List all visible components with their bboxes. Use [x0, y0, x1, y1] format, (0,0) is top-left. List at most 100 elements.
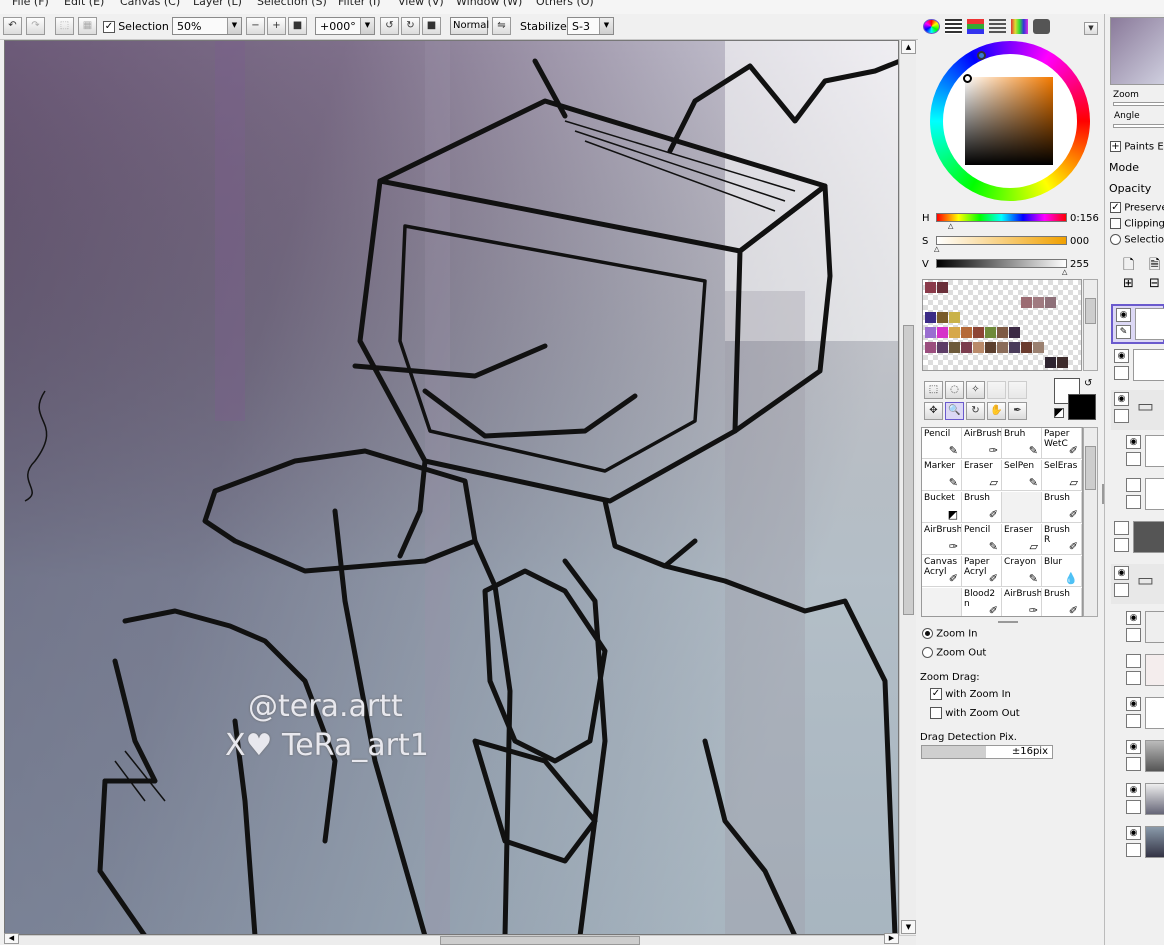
layer-lock-box[interactable] [1126, 714, 1141, 728]
color-swatch-grid[interactable] [922, 279, 1082, 371]
zoom-tool-icon[interactable]: 🔍 [945, 402, 964, 420]
menu-selection[interactable]: Selection (S) [257, 0, 327, 8]
layer-lock-box[interactable] [1126, 800, 1141, 814]
merge-layer-icon[interactable]: ⊟ [1149, 276, 1160, 291]
sv-picker-handle[interactable] [963, 74, 972, 83]
reset-colors-icon[interactable] [1054, 408, 1064, 418]
navigator-preview[interactable] [1110, 17, 1164, 85]
eye-icon[interactable]: ◉ [1126, 611, 1141, 625]
zoom-in-option[interactable]: Zoom In [922, 628, 977, 640]
color-swatch[interactable] [1045, 357, 1056, 368]
selection-toggle[interactable]: ✓ Selection [103, 20, 169, 33]
selection-source-option[interactable]: Selection [1110, 234, 1164, 246]
brush-slot[interactable]: Brush R ✐ [1042, 524, 1082, 555]
preserve-checkbox[interactable]: ✓ [1110, 202, 1121, 213]
scratchpad-tab-icon[interactable] [1033, 19, 1050, 34]
color-swatch[interactable] [925, 342, 936, 353]
vertical-scroll-thumb[interactable] [903, 325, 914, 615]
paints-effect-toggle[interactable]: + Paints E [1110, 141, 1164, 153]
color-swatch[interactable] [973, 342, 984, 353]
layer-folder[interactable]: ◉ ▭ [1111, 564, 1164, 604]
rotate-reset-icon[interactable]: ■ [422, 17, 441, 35]
color-swatch[interactable] [937, 282, 948, 293]
layer-item[interactable]: ◉ [1123, 433, 1164, 473]
layer-item[interactable] [1111, 519, 1164, 559]
color-swatch[interactable] [925, 312, 936, 323]
layer-item[interactable]: ◉ [1123, 695, 1164, 735]
color-swatch[interactable] [937, 327, 948, 338]
brush-slot[interactable]: Eraser ▱ [1002, 524, 1042, 555]
color-swatch[interactable] [937, 312, 948, 323]
undo-icon[interactable]: ↶ [3, 17, 22, 35]
layer-item[interactable]: ◉ [1111, 347, 1164, 387]
clipping-option[interactable]: Clipping [1110, 218, 1164, 230]
layer-lock-box[interactable] [1126, 495, 1141, 509]
layer-visibility-box[interactable] [1126, 478, 1141, 492]
rotate-tool-icon[interactable]: ↻ [966, 402, 985, 420]
canvas-vertical-scrollbar[interactable]: ▲ ▼ [899, 40, 916, 935]
brush-slot[interactable]: Brush ✐ [962, 492, 1002, 523]
eye-icon[interactable]: ◉ [1126, 783, 1141, 797]
layer-item[interactable] [1123, 476, 1164, 516]
menu-filter[interactable]: Filter (I) [338, 0, 381, 8]
new-folder-icon[interactable]: ⊞ [1123, 276, 1134, 291]
stabilizer-select[interactable]: S-3 ▼ [567, 17, 614, 35]
scroll-down-icon[interactable]: ▼ [901, 920, 916, 934]
layer-item[interactable]: ◉ [1123, 781, 1164, 821]
layer-lock-box[interactable] [1126, 843, 1141, 857]
menu-others[interactable]: Others (O) [536, 0, 594, 8]
panel-splitter[interactable] [998, 621, 1018, 623]
layer-item[interactable]: ◉ [1123, 609, 1164, 649]
brush-slot[interactable]: SelPen ✎ [1002, 460, 1042, 491]
selection-source-radio[interactable] [1110, 234, 1121, 245]
eye-icon[interactable]: ◉ [1114, 392, 1129, 406]
saturation-value-square[interactable] [965, 77, 1053, 165]
brush-scrollbar[interactable] [1083, 427, 1098, 617]
lasso-icon[interactable]: ◌ [945, 381, 964, 399]
color-swatch[interactable] [937, 342, 948, 353]
color-swatch[interactable] [973, 327, 984, 338]
menu-file[interactable]: File (F) [12, 0, 49, 8]
zoom-out-icon[interactable]: − [246, 17, 265, 35]
eye-icon[interactable]: ◉ [1126, 435, 1141, 449]
layer-item[interactable]: ◉ [1123, 824, 1164, 864]
value-slider[interactable] [936, 259, 1067, 268]
layer-lock-box[interactable] [1114, 583, 1129, 597]
background-color-swatch[interactable] [1068, 394, 1096, 420]
with-zoom-out-checkbox[interactable] [930, 707, 942, 719]
zoom-select[interactable]: 50% ▼ [172, 17, 242, 35]
scroll-left-icon[interactable]: ◀ [4, 933, 19, 944]
color-swatch[interactable] [961, 342, 972, 353]
zoom-out-radio[interactable] [922, 647, 933, 658]
color-swatch[interactable] [1009, 342, 1020, 353]
brush-slot[interactable]: Brush ✐ [1042, 492, 1082, 523]
color-swatch[interactable] [925, 282, 936, 293]
menu-view[interactable]: View (V) [398, 0, 444, 8]
layer-visibility-box[interactable] [1126, 654, 1141, 668]
with-zoom-in-option[interactable]: ✓ with Zoom In [930, 688, 1011, 700]
brush-slot[interactable]: Blur 💧 [1042, 556, 1082, 587]
layer-item-selected[interactable]: ◉ ✎ [1111, 304, 1164, 344]
navigator-zoom-slider[interactable] [1113, 102, 1164, 106]
redo-icon[interactable]: ↷ [26, 17, 45, 35]
brush-slot[interactable]: Eraser ▱ [962, 460, 1002, 491]
color-swatch[interactable] [997, 342, 1008, 353]
eye-icon[interactable]: ◉ [1126, 697, 1141, 711]
scroll-right-icon[interactable]: ▶ [884, 933, 899, 944]
brush-slot[interactable]: Brush ✐ [1042, 588, 1082, 616]
eye-icon[interactable]: ◉ [1114, 349, 1129, 363]
preserve-opacity-option[interactable]: ✓ Preserve [1110, 202, 1164, 214]
layer-lock-box[interactable] [1114, 409, 1129, 423]
layer-lock-box[interactable] [1126, 628, 1141, 642]
color-swatch[interactable] [985, 342, 996, 353]
rgb-slider-tab-icon[interactable] [945, 19, 962, 34]
color-swatch[interactable] [925, 327, 936, 338]
zoom-out-option[interactable]: Zoom Out [922, 647, 986, 659]
deselect-icon[interactable]: ⬚ [55, 17, 74, 35]
swatch-scrollbar[interactable] [1083, 279, 1098, 371]
panel-menu-icon[interactable]: ▼ [1084, 22, 1098, 35]
brush-slot[interactable] [922, 588, 962, 616]
hue-slider[interactable] [936, 213, 1067, 222]
mixer-tab-icon[interactable] [989, 19, 1006, 34]
saturation-slider[interactable] [936, 236, 1067, 245]
